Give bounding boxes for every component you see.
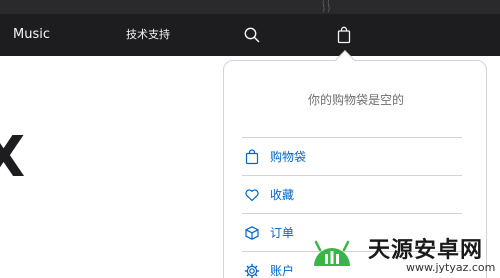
watermark-title: 天源安卓网 — [368, 238, 484, 263]
gear-icon — [244, 263, 260, 278]
shopping-bag-icon — [245, 148, 259, 164]
menu-item-label: 购物袋 — [270, 150, 307, 164]
site-watermark: 天源安卓网 www.jytyaz.com — [308, 228, 500, 278]
box-icon — [245, 225, 259, 240]
search-icon[interactable] — [243, 26, 261, 44]
menu-item-bag[interactable]: 购物袋 — [242, 137, 462, 175]
watermark-url: www.jytyaz.com — [406, 261, 496, 274]
global-nav: Music 技术支持 — [0, 14, 500, 56]
heart-icon — [245, 188, 259, 201]
shopping-bag-icon[interactable] — [335, 26, 353, 44]
hero-text-fragment: X — [0, 125, 26, 190]
top-strip: (( )) — [0, 0, 500, 14]
menu-item-label: 订单 — [270, 226, 295, 240]
partial-logo: (( )) — [322, 0, 333, 13]
empty-bag-message: 你的购物袋是空的 — [307, 93, 404, 107]
menu-item-label: 账户 — [270, 264, 295, 278]
android-logo-icon — [314, 240, 350, 266]
menu-item-favorites[interactable]: 收藏 — [242, 175, 462, 213]
menu-item-label: 收藏 — [270, 188, 295, 202]
nav-music[interactable]: Music — [13, 14, 50, 56]
nav-support[interactable]: 技术支持 — [126, 14, 170, 56]
